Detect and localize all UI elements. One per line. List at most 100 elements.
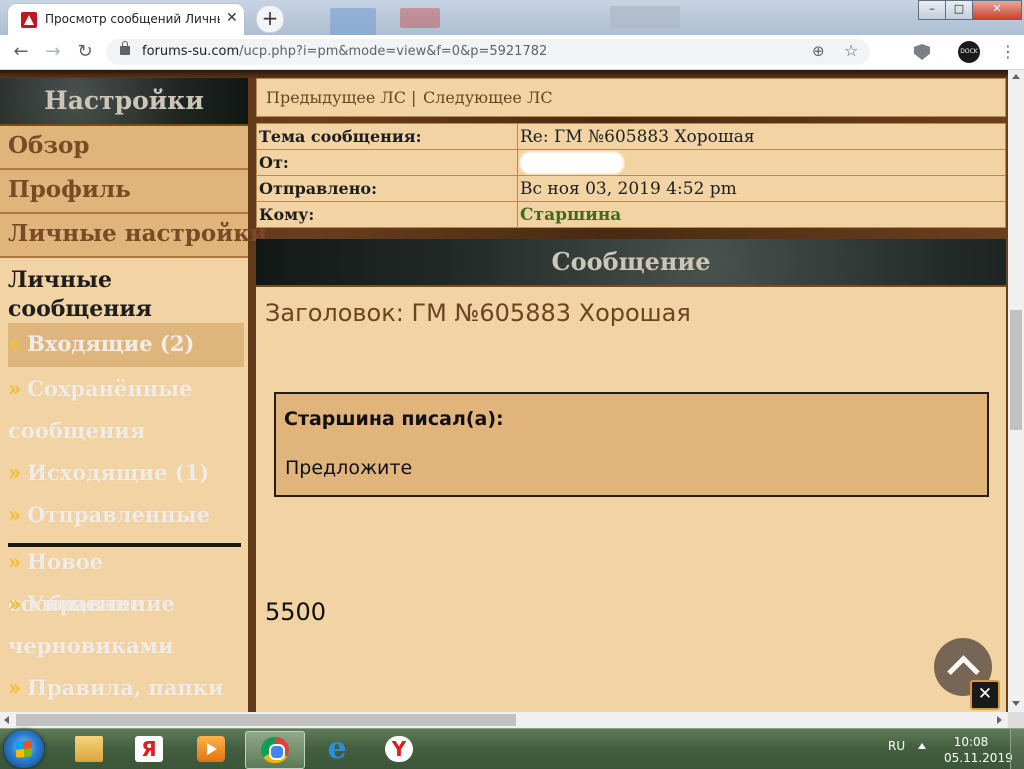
zoom-icon[interactable]: ⊕ <box>812 42 825 60</box>
table-row: От: <box>256 149 1006 176</box>
message-body: Заголовок: ГМ №605883 Хорошая Старшина п… <box>256 287 1006 712</box>
scroll-right-arrow-icon[interactable] <box>997 716 1002 724</box>
bullet-icon: » <box>8 591 22 616</box>
back-icon[interactable]: ← <box>10 41 32 63</box>
recipient-link[interactable]: Старшина <box>517 201 1006 228</box>
taskbar-media-player[interactable] <box>182 731 240 767</box>
message-subject: Заголовок: ГМ №605883 Хорошая <box>265 299 691 327</box>
folder-icon <box>75 736 103 762</box>
previous-pm-link[interactable]: Предыдущее ЛС <box>266 88 406 107</box>
sidebar-item-label: Сохранённые сообщения <box>8 376 193 443</box>
pm-pagination: Предыдущее ЛС | Следующее ЛС <box>256 78 1006 117</box>
sidebar-item-label: Исходящие (1) <box>27 460 210 485</box>
bookmark-star-icon[interactable]: ☆ <box>844 41 858 60</box>
reload-icon[interactable]: ↻ <box>74 41 96 63</box>
redacted-sender <box>520 151 624 174</box>
quote-text: Предложите <box>285 457 413 479</box>
background-blur <box>400 8 440 28</box>
browser-tab[interactable]: Просмотр сообщений Личный ✕ <box>8 4 244 35</box>
tab-label: Профиль <box>8 176 131 203</box>
sidebar-title: Настройки <box>44 86 204 115</box>
maximize-button[interactable]: □ <box>945 0 973 20</box>
sent-label: Отправлено: <box>256 175 518 202</box>
from-label: От: <box>256 149 518 176</box>
pagination-separator: | <box>411 88 417 107</box>
background-blur <box>610 6 680 28</box>
message-header-table: Тема сообщения: Re: ГМ №605883 Хорошая О… <box>256 123 1006 228</box>
table-row: Отправлено: Вс ноя 03, 2019 4:52 pm <box>256 175 1006 202</box>
tray-expand-icon[interactable] <box>918 743 926 749</box>
browser-tab-strip: Просмотр сообщений Личный ✕ + – □ ✕ <box>0 0 1024 36</box>
taskbar-yandex-browser[interactable]: Y <box>370 731 428 767</box>
from-value[interactable] <box>517 149 1006 176</box>
start-button[interactable] <box>4 730 44 768</box>
sidebar-item-saved[interactable]: » Сохранённые сообщения <box>8 368 244 452</box>
url-text[interactable]: forums-su.com/ucp.php?i=pm&mode=view&f=0… <box>142 44 547 59</box>
collapse-icon[interactable]: ✕ <box>970 680 1000 710</box>
site-favicon-icon <box>21 12 37 28</box>
extension-dock-icon[interactable]: DOCK <box>958 41 980 63</box>
tab-profile[interactable]: Профиль <box>0 170 248 214</box>
language-indicator[interactable]: RU <box>888 739 905 753</box>
message-text: 5500 <box>265 598 327 626</box>
tab-label: Личные настройки <box>8 220 267 247</box>
clock[interactable]: 10:08 05.11.2019 <box>944 734 1013 766</box>
clock-date: 05.11.2019 <box>944 751 1013 765</box>
close-window-button[interactable]: ✕ <box>972 0 1022 20</box>
table-row: Кому: Старшина <box>256 201 1006 228</box>
sidebar-item-inbox[interactable]: » Входящие (2) <box>8 323 244 367</box>
scroll-left-arrow-icon[interactable] <box>4 716 9 724</box>
tab-close-icon[interactable]: ✕ <box>226 10 238 26</box>
bullet-icon: » <box>8 675 22 700</box>
bullet-icon: » <box>8 331 22 356</box>
bullet-icon: » <box>8 460 22 485</box>
horizontal-scrollbar[interactable] <box>0 712 1008 728</box>
quote-block: Старшина писал(а): Предложите <box>274 392 989 497</box>
table-row: Тема сообщения: Re: ГМ №605883 Хорошая <box>256 123 1006 150</box>
sidebar-item-sent[interactable]: » Отправленные <box>8 494 244 536</box>
page-viewport: Настройки Обзор Профиль Личные настройки… <box>0 70 1008 712</box>
address-bar[interactable]: forums-su.com/ucp.php?i=pm&mode=view&f=0… <box>106 39 870 65</box>
taskbar-explorer[interactable] <box>60 731 118 767</box>
subject-value: Re: ГМ №605883 Хорошая <box>517 123 1006 150</box>
message-section-title: Сообщение <box>551 247 711 276</box>
vertical-scrollbar[interactable] <box>1008 70 1024 712</box>
sidebar-item-label: Управление черновиками <box>8 591 175 658</box>
browser-toolbar: ← → ↻ forums-su.com/ucp.php?i=pm&mode=vi… <box>0 35 1024 70</box>
next-pm-link[interactable]: Следующее ЛС <box>423 88 553 107</box>
sidebar-item-label: Входящие (2) <box>27 331 195 356</box>
tab-title: Просмотр сообщений Личный <box>45 12 220 26</box>
background-blur <box>330 8 376 36</box>
taskbar-chrome[interactable] <box>245 731 305 769</box>
new-tab-button[interactable]: + <box>256 5 284 33</box>
bullet-icon: » <box>8 376 22 401</box>
scrollbar-thumb[interactable] <box>16 714 516 726</box>
tab-personal-settings[interactable]: Личные настройки <box>0 214 267 258</box>
page-top-border <box>0 70 1008 78</box>
sent-value: Вс ноя 03, 2019 4:52 pm <box>517 175 1006 202</box>
scroll-up-arrow-icon[interactable] <box>1012 74 1020 79</box>
internet-explorer-icon: e <box>327 731 347 766</box>
sidebar-item-drafts[interactable]: » Управление черновиками <box>8 583 244 667</box>
extension-shield-icon[interactable] <box>914 44 930 60</box>
taskbar-internet-explorer[interactable]: e <box>308 731 366 767</box>
to-label: Кому: <box>256 201 518 228</box>
ucp-sidebar: Настройки Обзор Профиль Личные настройки… <box>0 78 267 712</box>
sidebar-item-label: Отправленные <box>27 502 211 527</box>
bullet-icon: » <box>8 549 22 574</box>
sidebar-item-rules-folders[interactable]: » Правила, папки <box>8 667 244 709</box>
scroll-down-arrow-icon[interactable] <box>1012 701 1020 706</box>
tab-overview[interactable]: Обзор <box>0 126 248 170</box>
url-host: forums-su.com <box>142 44 240 59</box>
show-desktop-button[interactable] <box>1010 729 1024 769</box>
taskbar-yandex[interactable]: Я <box>120 731 178 767</box>
scrollbar-thumb[interactable] <box>1010 310 1022 430</box>
yandex-icon: Я <box>135 736 163 762</box>
forward-icon[interactable]: → <box>42 41 64 63</box>
sidebar-item-outbox[interactable]: » Исходящие (1) <box>8 452 244 494</box>
minimize-button[interactable]: – <box>918 0 946 20</box>
yandex-browser-icon: Y <box>385 736 413 762</box>
browser-menu-icon[interactable]: ⋮ <box>1000 42 1016 61</box>
subject-label: Тема сообщения: <box>256 123 518 150</box>
sidebar-item-label: Правила, папки <box>27 675 224 700</box>
